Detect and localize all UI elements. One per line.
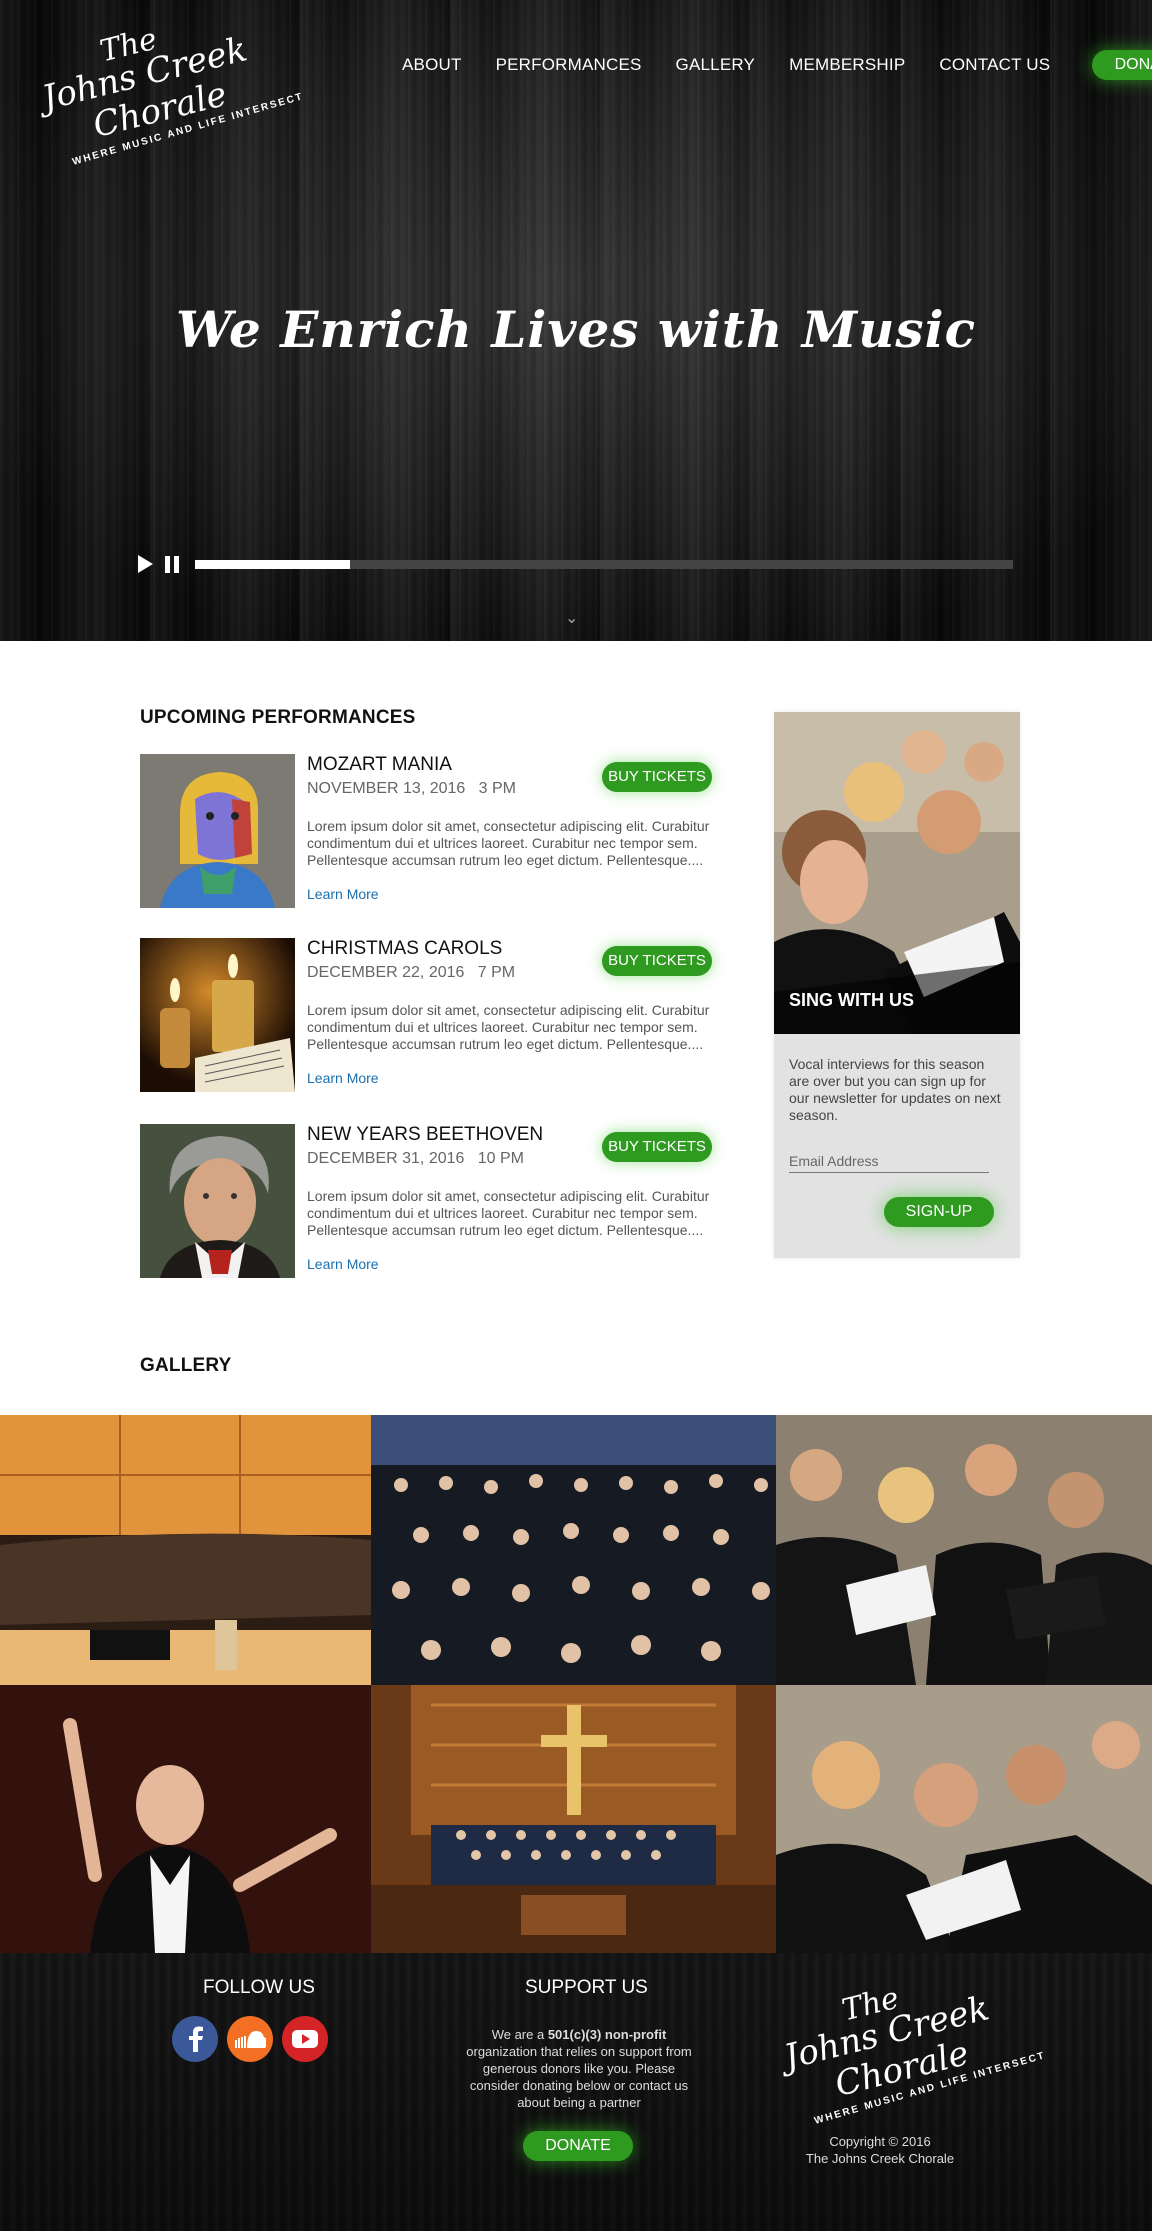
gallery-photo-6[interactable] bbox=[776, 1685, 1152, 1953]
event-name: CHRISTMAS CAROLS bbox=[307, 938, 503, 959]
signup-button[interactable]: SIGN-UP bbox=[884, 1197, 994, 1227]
soundcloud-icon[interactable] bbox=[227, 2016, 273, 2062]
learn-more-link[interactable]: Learn More bbox=[307, 1070, 379, 1086]
gallery-photo-4[interactable] bbox=[0, 1685, 371, 1953]
event-image-mozart[interactable] bbox=[140, 754, 295, 908]
sing-with-us-card: SING WITH US Vocal interviews for this s… bbox=[774, 712, 1020, 1258]
play-icon[interactable] bbox=[138, 555, 153, 573]
event-date: DECEMBER 22, 2016 7 PM bbox=[307, 964, 516, 981]
youtube-icon[interactable] bbox=[282, 2016, 328, 2062]
footer-donate-button[interactable]: DONATE bbox=[523, 2131, 633, 2161]
event-name: NEW YEARS BEETHOVEN bbox=[307, 1124, 544, 1145]
event-description: Lorem ipsum dolor sit amet, consectetur … bbox=[307, 818, 710, 868]
facebook-icon[interactable] bbox=[172, 2016, 218, 2062]
audio-progress-bar[interactable] bbox=[195, 559, 1013, 569]
gallery-heading: GALLERY bbox=[140, 1355, 232, 1376]
site-footer: FOLLOW US SUPPORT US We are a 501(c)(3) … bbox=[0, 1953, 1152, 2231]
pause-icon[interactable] bbox=[165, 555, 179, 573]
event-image-beethoven[interactable] bbox=[140, 1124, 295, 1278]
event-card: CHRISTMAS CAROLS DECEMBER 22, 2016 7 PM … bbox=[140, 938, 724, 1092]
buy-tickets-button[interactable]: BUY TICKETS bbox=[602, 762, 712, 792]
event-image-christmas[interactable] bbox=[140, 938, 295, 1092]
nav-item-membership[interactable]: MEMBERSHIP bbox=[789, 55, 905, 75]
choir-photo bbox=[774, 712, 1020, 1034]
nav-item-gallery[interactable]: GALLERY bbox=[676, 55, 756, 75]
main-nav: ABOUT PERFORMANCES GALLERY MEMBERSHIP CO… bbox=[402, 50, 1152, 80]
hero-title: We Enrich Lives with Music bbox=[175, 300, 977, 359]
sing-with-us-title: SING WITH US bbox=[789, 990, 914, 1010]
performances-heading: UPCOMING PERFORMANCES bbox=[140, 707, 416, 728]
gallery-photo-1[interactable] bbox=[0, 1415, 371, 1685]
buy-tickets-button[interactable]: BUY TICKETS bbox=[602, 1132, 712, 1162]
signup-description: Vocal interviews for this season are ove… bbox=[789, 1056, 1001, 1123]
nav-item-performances[interactable]: PERFORMANCES bbox=[496, 55, 642, 75]
support-us-heading: SUPPORT US bbox=[525, 1977, 648, 1998]
gallery-grid bbox=[0, 1415, 1152, 1953]
scroll-down-icon[interactable]: ⌄ bbox=[565, 608, 578, 628]
event-date: DECEMBER 31, 2016 10 PM bbox=[307, 1150, 524, 1167]
copyright-text: Copyright © 2016 The Johns Creek Chorale bbox=[805, 2134, 955, 2166]
learn-more-link[interactable]: Learn More bbox=[307, 886, 379, 902]
audio-progress-fill bbox=[195, 559, 351, 569]
event-description: Lorem ipsum dolor sit amet, consectetur … bbox=[307, 1002, 710, 1052]
support-text: We are a 501(c)(3) non-profit organizati… bbox=[466, 2027, 692, 2110]
main-content: UPCOMING PERFORMANCES MOZART MANIA NOVEM… bbox=[0, 641, 1152, 1415]
hero-section: The Johns Creek Chorale WHERE MUSIC AND … bbox=[0, 0, 1152, 641]
event-card: NEW YEARS BEETHOVEN DECEMBER 31, 2016 10… bbox=[140, 1124, 724, 1278]
footer-logo[interactable]: The Johns Creek Chorale WHERE MUSIC AND … bbox=[776, 1981, 1047, 2127]
event-name: MOZART MANIA bbox=[307, 754, 452, 775]
event-card: MOZART MANIA NOVEMBER 13, 2016 3 PM BUY … bbox=[140, 754, 724, 908]
buy-tickets-button[interactable]: BUY TICKETS bbox=[602, 946, 712, 976]
nav-item-contact[interactable]: CONTACT US bbox=[939, 55, 1050, 75]
audio-player bbox=[138, 554, 1022, 574]
gallery-photo-3[interactable] bbox=[776, 1415, 1152, 1685]
email-field[interactable] bbox=[789, 1149, 989, 1173]
learn-more-link[interactable]: Learn More bbox=[307, 1256, 379, 1272]
social-links bbox=[172, 2016, 328, 2062]
nav-item-about[interactable]: ABOUT bbox=[402, 55, 462, 75]
gallery-photo-5[interactable] bbox=[371, 1685, 776, 1953]
follow-us-heading: FOLLOW US bbox=[203, 1977, 315, 1998]
event-date: NOVEMBER 13, 2016 3 PM bbox=[307, 780, 516, 797]
nav-donate-button[interactable]: DONATE bbox=[1092, 50, 1152, 80]
event-description: Lorem ipsum dolor sit amet, consectetur … bbox=[307, 1188, 710, 1238]
site-logo[interactable]: The Johns Creek Chorale WHERE MUSIC AND … bbox=[34, 22, 305, 168]
gallery-photo-2[interactable] bbox=[371, 1415, 776, 1685]
